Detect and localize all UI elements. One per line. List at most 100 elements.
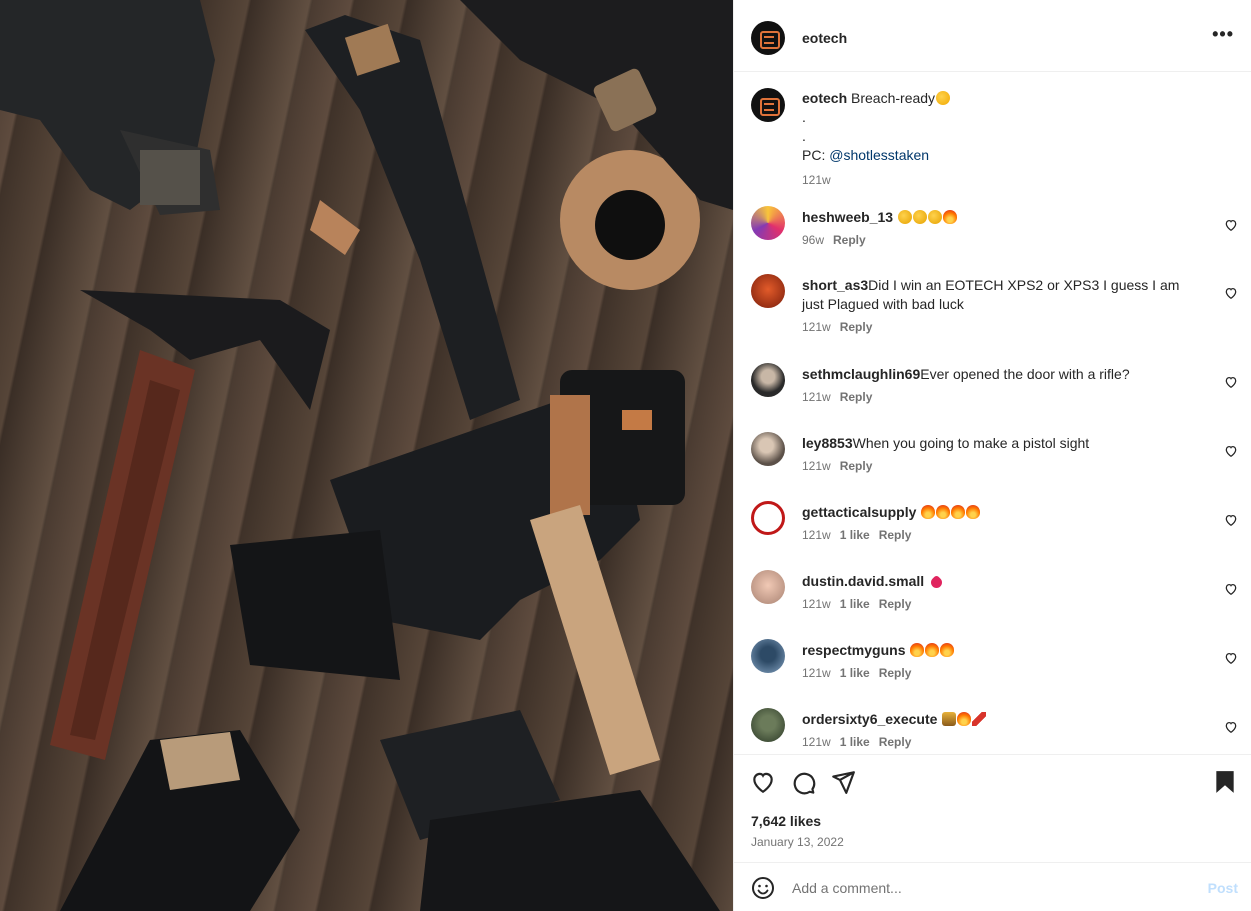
avatar[interactable]: [751, 432, 785, 466]
like-heart-icon[interactable]: [750, 769, 776, 795]
comments-list[interactable]: eotech Breach-ready . . PC: @shotlesstak…: [734, 72, 1251, 754]
avatar[interactable]: [751, 501, 785, 535]
comment-text: When you going to make a pistol sight: [852, 435, 1090, 451]
post-comment-button[interactable]: Post: [1208, 880, 1238, 896]
comment-like-heart-icon[interactable]: [1224, 582, 1238, 596]
reply-button[interactable]: Reply: [879, 666, 912, 680]
share-send-icon[interactable]: [830, 769, 856, 795]
comment-likes[interactable]: 1 like: [840, 597, 870, 611]
post-actions: 7,642 likes January 13, 2022: [734, 754, 1251, 862]
post-photo[interactable]: [0, 0, 733, 911]
comment-time: 121w: [802, 390, 831, 404]
rifle-flatlay-image: [0, 0, 733, 911]
clap-emoji-icon: [912, 210, 927, 224]
comment-like-heart-icon[interactable]: [1224, 720, 1238, 734]
comment-time: 121w: [802, 459, 831, 473]
comment-likes[interactable]: 1 like: [840, 666, 870, 680]
comment-bubble-icon[interactable]: [790, 769, 816, 795]
comment-body: sethmclaughlin69Ever opened the door wit…: [802, 365, 1202, 407]
comment-meta: 121w Reply: [802, 457, 1202, 476]
fire-emoji-icon: [925, 643, 940, 657]
fire-emoji-icon: [940, 643, 955, 657]
avatar[interactable]: [751, 274, 785, 308]
comment-time: 121w: [802, 735, 831, 749]
avatar[interactable]: [751, 206, 785, 240]
comment-like-heart-icon[interactable]: [1224, 286, 1238, 300]
caption-pc-label: PC:: [802, 147, 826, 163]
comment-body: ordersixty6_execute 121w 1 like Reply: [802, 710, 1202, 752]
caption-username[interactable]: eotech: [802, 90, 847, 106]
comment-row: ordersixty6_execute 121w 1 like Reply: [734, 706, 1251, 754]
comment-time: 96w: [802, 233, 825, 247]
comment-row: heshweeb_13 96w Reply: [734, 204, 1251, 273]
comment-meta: 121w 1 like Reply: [802, 595, 1202, 614]
comment-likes[interactable]: 1 like: [840, 528, 870, 542]
reply-button[interactable]: Reply: [879, 735, 912, 749]
emoji-picker-icon[interactable]: [751, 876, 775, 900]
caption-text: eotech Breach-ready . . PC: @shotlesstak…: [802, 89, 1222, 190]
comment-like-heart-icon[interactable]: [1224, 444, 1238, 458]
comment-row: dustin.david.small 121w 1 like Reply: [734, 568, 1251, 637]
comment-time: 121w: [802, 320, 831, 334]
caption-line: .: [802, 128, 806, 144]
comment-body: short_as3Did I win an EOTECH XPS2 or XPS…: [802, 276, 1202, 337]
comment-meta: 121w 1 like Reply: [802, 664, 1202, 683]
comment-body: heshweeb_13 96w Reply: [802, 208, 1202, 250]
reply-button[interactable]: Reply: [840, 390, 873, 404]
comment-time: 121w: [802, 528, 831, 542]
post-date: January 13, 2022: [751, 835, 844, 849]
post-author-username[interactable]: eotech: [802, 30, 847, 46]
post-details-panel: eotech ••• eotech Breach-ready . . PC: @…: [733, 0, 1251, 911]
fire-emoji-icon: [910, 643, 925, 657]
comment-meta: 121w 1 like Reply: [802, 526, 1202, 545]
comment-username[interactable]: heshweeb_13: [802, 209, 893, 225]
comment-row: short_as3Did I win an EOTECH XPS2 or XPS…: [734, 272, 1251, 341]
avatar[interactable]: [751, 21, 785, 55]
comment-username[interactable]: gettacticalsupply: [802, 504, 916, 520]
add-comment-bar: Post: [734, 862, 1251, 911]
comment-likes[interactable]: 1 like: [840, 735, 870, 749]
comment-like-heart-icon[interactable]: [1224, 218, 1238, 232]
comment-row: gettacticalsupply 121w 1 like Reply: [734, 499, 1251, 568]
avatar[interactable]: [751, 708, 785, 742]
fire-emoji-icon: [942, 210, 957, 224]
comment-meta: 121w 1 like Reply: [802, 733, 1202, 752]
comment-input[interactable]: [792, 877, 1172, 899]
comment-username[interactable]: ley8853: [802, 435, 853, 451]
comment-time: 121w: [802, 666, 831, 680]
comment-username[interactable]: respectmyguns: [802, 642, 905, 658]
comment-row: ley8853When you going to make a pistol s…: [734, 430, 1251, 499]
comment-like-heart-icon[interactable]: [1224, 513, 1238, 527]
comment-like-heart-icon[interactable]: [1224, 375, 1238, 389]
avatar[interactable]: [751, 88, 785, 122]
reply-button[interactable]: Reply: [833, 233, 866, 247]
bookmark-saved-icon[interactable]: [1212, 769, 1238, 795]
comment-row: sethmclaughlin69Ever opened the door wit…: [734, 361, 1251, 430]
comment-text: Ever opened the door with a rifle?: [920, 366, 1130, 382]
likes-count[interactable]: 7,642 likes: [751, 813, 821, 829]
more-options-icon[interactable]: •••: [1212, 24, 1234, 45]
comment-meta: 121w Reply: [802, 388, 1202, 407]
fire-emoji-icon: [957, 712, 972, 726]
fire-emoji-icon: [951, 505, 966, 519]
avatar[interactable]: [751, 639, 785, 673]
comment-like-heart-icon[interactable]: [1224, 651, 1238, 665]
comment-username[interactable]: short_as3: [802, 277, 868, 293]
reply-button[interactable]: Reply: [879, 528, 912, 542]
reply-button[interactable]: Reply: [840, 320, 873, 334]
dyn-emoji-icon: [972, 712, 987, 726]
comment-body: dustin.david.small 121w 1 like Reply: [802, 572, 1202, 614]
caption-time: 121w: [802, 173, 831, 187]
comment-username[interactable]: dustin.david.small: [802, 573, 924, 589]
avatar[interactable]: [751, 363, 785, 397]
mention-link[interactable]: @shotlesstaken: [829, 147, 929, 163]
avatar[interactable]: [751, 570, 785, 604]
comment-username[interactable]: sethmclaughlin69: [802, 366, 920, 382]
comment-username[interactable]: ordersixty6_execute: [802, 711, 937, 727]
comment-meta: 121w Reply: [802, 318, 1202, 337]
reply-button[interactable]: Reply: [840, 459, 873, 473]
heart-emoji-icon: [928, 574, 945, 591]
comment-body: respectmyguns 121w 1 like Reply: [802, 641, 1202, 683]
reply-button[interactable]: Reply: [879, 597, 912, 611]
caption-line: .: [802, 109, 806, 125]
